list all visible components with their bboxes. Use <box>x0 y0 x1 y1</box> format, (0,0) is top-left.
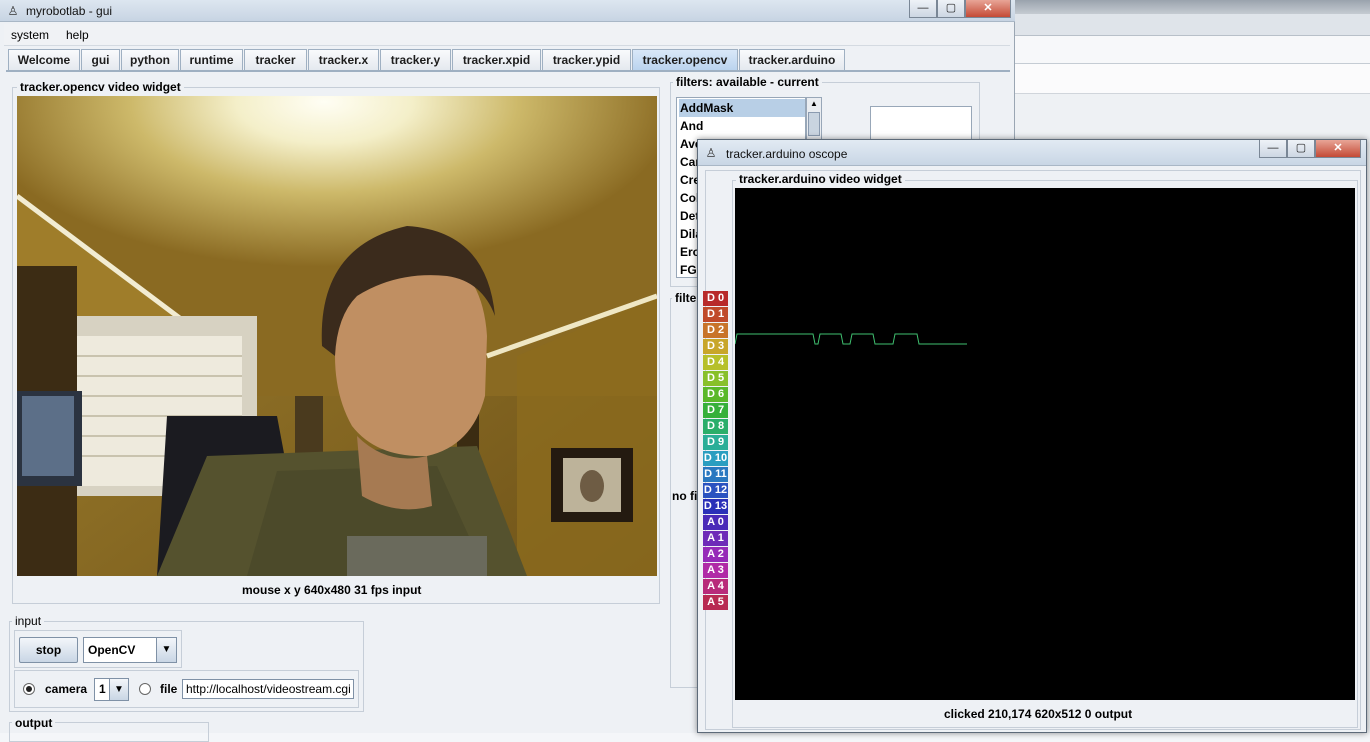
oscope-window-title: tracker.arduino oscope <box>726 147 848 161</box>
digital-trace <box>734 333 967 345</box>
video-caption: mouse x y 640x480 31 fps input <box>242 583 422 597</box>
maximize-button[interactable]: ▢ <box>1287 140 1315 158</box>
pin-label[interactable]: D 12 <box>703 483 728 498</box>
tab-tracker-ypid[interactable]: tracker.ypid <box>542 49 631 71</box>
tab-tracker-xpid[interactable]: tracker.xpid <box>452 49 541 71</box>
maximize-button[interactable]: ▢ <box>937 0 965 18</box>
pin-label[interactable]: A 5 <box>703 595 728 610</box>
grabber-select-value: OpenCV <box>88 643 136 657</box>
chevron-down-icon[interactable]: ▼ <box>109 679 128 700</box>
pin-label[interactable]: A 3 <box>703 563 728 578</box>
minimize-button[interactable]: — <box>909 0 937 18</box>
background-panel <box>1015 64 1370 94</box>
pin-label[interactable]: D 10 <box>703 451 728 466</box>
pin-label[interactable]: D 5 <box>703 371 728 386</box>
close-button[interactable]: ✕ <box>965 0 1011 18</box>
oscope-caption: clicked 210,174 620x512 0 output <box>944 707 1133 721</box>
stop-button[interactable]: stop <box>19 637 78 663</box>
tab-gui[interactable]: gui <box>81 49 120 71</box>
camera-label: camera <box>45 682 88 696</box>
filter-settings-label: filte <box>672 291 700 305</box>
camera-radio[interactable] <box>23 683 35 695</box>
oscope-trace-canvas <box>734 333 967 345</box>
minimize-button[interactable]: — <box>1259 140 1287 158</box>
file-url-input[interactable]: http://localhost/videostream.cgi <box>182 679 354 699</box>
pin-label[interactable]: D 7 <box>703 403 728 418</box>
pin-label[interactable]: D 6 <box>703 387 728 402</box>
menu-help[interactable]: help <box>66 28 89 42</box>
pin-label[interactable]: D 0 <box>703 291 728 306</box>
pin-label[interactable]: D 9 <box>703 435 728 450</box>
robot-app-icon: ♙ <box>705 146 717 160</box>
pin-label[interactable]: D 2 <box>703 323 728 338</box>
pin-label[interactable]: A 2 <box>703 547 728 562</box>
pin-label[interactable]: D 4 <box>703 355 728 370</box>
pin-label[interactable]: D 3 <box>703 339 728 354</box>
main-window-title: myrobotlab - gui <box>26 4 113 18</box>
chevron-down-icon[interactable]: ▼ <box>156 638 176 662</box>
tab-tracker[interactable]: tracker <box>244 49 307 71</box>
pin-label[interactable]: D 1 <box>703 307 728 322</box>
oscope-screen[interactable] <box>734 188 1355 700</box>
oscope-title-bar: ♙ tracker.arduino oscope — ▢ ✕ <box>698 140 1366 166</box>
pin-label[interactable]: D 11 <box>703 467 728 482</box>
pin-label[interactable]: A 1 <box>703 531 728 546</box>
background-toolbar <box>1015 36 1370 64</box>
output-label: output <box>12 716 56 730</box>
scroll-thumb[interactable] <box>808 112 820 136</box>
menu-bar: system help <box>4 24 1010 46</box>
filters-label: filters: available - current <box>673 75 822 89</box>
list-item[interactable]: And <box>679 117 805 135</box>
pin-label[interactable]: D 13 <box>703 499 728 514</box>
oscope-window: ♙ tracker.arduino oscope — ▢ ✕ tracker.a… <box>697 139 1367 733</box>
tab-tracker-opencv[interactable]: tracker.opencv <box>632 49 738 71</box>
pin-label[interactable]: A 0 <box>703 515 728 530</box>
input-label: input <box>12 614 45 628</box>
tab-separator <box>6 70 1010 72</box>
tab-tracker-y[interactable]: tracker.y <box>380 49 451 71</box>
video-widget-label: tracker.opencv video widget <box>17 80 184 94</box>
file-radio[interactable] <box>139 683 151 695</box>
file-label: file <box>160 682 178 696</box>
camera-index-select[interactable]: 1 ▼ <box>94 678 129 701</box>
pin-label[interactable]: A 4 <box>703 579 728 594</box>
tab-welcome[interactable]: Welcome <box>8 49 80 71</box>
background-titlebar <box>1015 0 1370 14</box>
tab-runtime[interactable]: runtime <box>180 49 243 71</box>
tab-tracker-x[interactable]: tracker.x <box>308 49 379 71</box>
tab-tracker-arduino[interactable]: tracker.arduino <box>739 49 845 71</box>
camera-frame-image <box>17 96 657 576</box>
main-title-bar: ♙ myrobotlab - gui — ▢ ✕ <box>0 0 1015 22</box>
scroll-up-icon[interactable]: ▲ <box>808 98 820 110</box>
menu-system[interactable]: system <box>11 28 49 42</box>
list-item[interactable]: AddMask <box>679 99 805 117</box>
robot-app-icon: ♙ <box>7 4 19 18</box>
camera-index-value: 1 <box>99 682 106 696</box>
grabber-select[interactable]: OpenCV ▼ <box>83 637 177 663</box>
pin-label[interactable]: D 8 <box>703 419 728 434</box>
oscope-video-label: tracker.arduino video widget <box>736 172 905 186</box>
close-button[interactable]: ✕ <box>1315 140 1361 158</box>
video-feed[interactable] <box>17 96 657 576</box>
no-filter-text: no fi <box>672 489 698 503</box>
tab-python[interactable]: python <box>121 49 179 71</box>
background-menubar <box>1015 14 1370 36</box>
